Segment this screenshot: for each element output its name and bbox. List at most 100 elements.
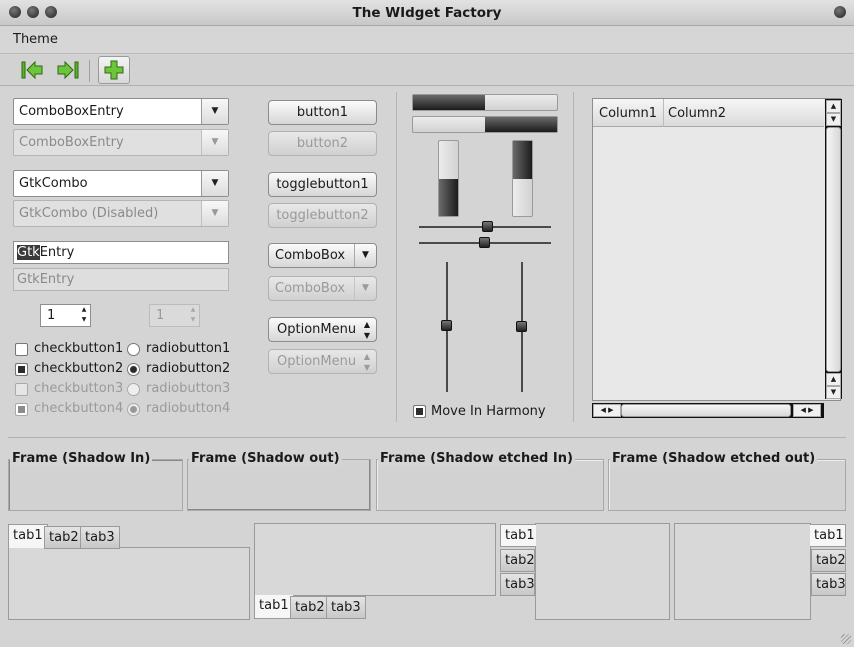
scroll-left-right-icon[interactable]: ◀ ▶ (793, 404, 821, 417)
frame-shadow-etched-out-label: Frame (Shadow etched out) (610, 451, 818, 466)
go-last-icon (57, 60, 79, 80)
chevron-down-icon[interactable]: ▼ (201, 99, 228, 124)
move-in-harmony-checkbox[interactable] (413, 405, 426, 418)
gtk-combo-text: GtkCombo (19, 176, 88, 191)
tab-tab1[interactable]: tab1 (254, 595, 294, 619)
gtk-combo[interactable]: GtkCombo ▼ (13, 170, 229, 197)
checkbox[interactable] (15, 363, 28, 376)
radio-label: radiobutton3 (146, 381, 231, 396)
minimize-window-button[interactable] (27, 6, 39, 18)
check-radio-row: checkbutton3 radiobutton3 (15, 381, 230, 399)
checkbox[interactable] (15, 343, 28, 356)
tab-tab3[interactable]: tab3 (80, 526, 120, 549)
hscale-slider-2[interactable] (479, 237, 490, 248)
vscale-slider-1[interactable] (441, 320, 452, 331)
spin-disabled-value: 1 (156, 308, 165, 323)
frame-shadow-etched-in (376, 459, 604, 511)
progress-bar-vertical-1 (438, 140, 459, 217)
tab-tab3[interactable]: tab3 (811, 573, 846, 596)
button1[interactable]: button1 (268, 100, 377, 125)
progress-fill (413, 95, 485, 110)
tab-tab1[interactable]: tab1 (810, 524, 846, 547)
hscale-slider-1[interactable] (482, 221, 493, 232)
column2-header[interactable]: Column2 (668, 99, 726, 129)
window-menu-button[interactable] (834, 6, 846, 18)
add-button[interactable] (98, 56, 130, 84)
frame-shadow-etched-in-label: Frame (Shadow etched In) (378, 451, 575, 466)
tab-tab2[interactable]: tab2 (811, 549, 846, 572)
radio-button (127, 403, 140, 416)
progress-fill (513, 141, 532, 179)
spin-button[interactable]: 1 ▲ ▼ (40, 304, 91, 327)
updown-icon: ▲ ▼ (363, 352, 370, 372)
progress-bar-2 (412, 116, 558, 133)
entry-selected-text: Gtk (17, 245, 40, 260)
close-window-button[interactable] (9, 6, 21, 18)
tab-tab2[interactable]: tab2 (290, 596, 330, 619)
check-radio-row: checkbutton4 radiobutton4 (15, 401, 230, 419)
frame-shadow-out (187, 459, 371, 511)
spin-arrows-icon: ▲ ▼ (190, 306, 196, 323)
frame-shadow-in (8, 459, 183, 511)
check-radio-row: checkbutton1 radiobutton1 (15, 341, 230, 359)
scroll-left-right-icon[interactable]: ◀ ▶ (593, 404, 621, 417)
column1-header[interactable]: Column1 (599, 99, 657, 129)
scroll-down-icon[interactable]: ▼ (826, 386, 841, 399)
combo-box-entry[interactable]: ComboBoxEntry ▼ (13, 98, 229, 125)
vertical-scroll-thumb[interactable] (826, 127, 841, 372)
radio-label: radiobutton4 (146, 401, 231, 416)
updown-icon: ▲ ▼ (363, 320, 370, 340)
tab-tab2[interactable]: tab2 (44, 526, 84, 549)
scroll-up-icon[interactable]: ▲ (826, 100, 841, 113)
vscale-slider-2[interactable] (516, 321, 527, 332)
option-menu-text: OptionMenu (277, 322, 357, 337)
radio-label: radiobutton1 (146, 341, 231, 356)
option-menu-disabled: OptionMenu ▲ ▼ (268, 349, 377, 374)
column-separator (573, 92, 574, 422)
checkbox-label: checkbutton3 (34, 381, 124, 396)
tab-tab2[interactable]: tab2 (500, 549, 535, 572)
radio-button[interactable] (127, 363, 140, 376)
checkbox-label: checkbutton2 (34, 361, 124, 376)
scroll-up-icon[interactable]: ▲ (826, 373, 841, 386)
gtk-entry-disabled: GtkEntry (13, 268, 229, 291)
check-radio-row: checkbutton2 radiobutton2 (15, 361, 230, 379)
check-radio-group: checkbutton1 radiobutton1 checkbutton2 radi… (15, 341, 230, 421)
tab-tab1[interactable]: tab1 (500, 524, 536, 547)
horizontal-scroll-thumb[interactable] (621, 404, 791, 417)
spin-arrows-icon[interactable]: ▲ ▼ (78, 305, 90, 326)
combobox[interactable]: ComboBox ▼ (268, 243, 377, 268)
column-separator (396, 92, 397, 422)
go-last-button[interactable] (52, 56, 84, 84)
tab-tab3[interactable]: tab3 (326, 596, 366, 619)
progress-fill (439, 178, 458, 216)
tree-view[interactable] (592, 98, 841, 401)
chevron-down-icon[interactable]: ▼ (201, 171, 228, 196)
menu-bar (0, 27, 854, 54)
combobox-disabled: ComboBox ▼ (268, 276, 377, 301)
gtk-entry[interactable]: GtkEntry (13, 241, 229, 264)
combo-box-entry-disabled-text: ComboBoxEntry (19, 135, 124, 150)
menu-theme[interactable]: Theme (13, 32, 58, 47)
maximize-window-button[interactable] (45, 6, 57, 18)
radio-button (127, 383, 140, 396)
chevron-down-icon[interactable]: ▼ (354, 244, 376, 267)
notebook-bottom-panel (254, 523, 496, 596)
option-menu[interactable]: OptionMenu ▲ ▼ (268, 317, 377, 342)
resize-grip-icon[interactable] (841, 634, 851, 644)
scroll-down-icon[interactable]: ▼ (826, 113, 841, 126)
go-first-button[interactable] (16, 56, 48, 84)
checkbox-label: checkbutton4 (34, 401, 124, 416)
tab-tab1[interactable]: tab1 (8, 524, 48, 548)
entry-text: Entry (39, 245, 75, 260)
notebook-left-panel (535, 523, 670, 620)
spin-value: 1 (47, 308, 56, 323)
frame-shadow-out-label: Frame (Shadow out) (189, 451, 342, 466)
tab-tab3[interactable]: tab3 (500, 573, 535, 596)
progress-bar-1 (412, 94, 558, 111)
combobox-text: ComboBox (275, 248, 346, 263)
combo-box-entry-disabled: ComboBoxEntry ▼ (13, 129, 229, 156)
togglebutton1[interactable]: togglebutton1 (268, 172, 377, 197)
radio-button[interactable] (127, 343, 140, 356)
chevron-down-icon: ▼ (354, 277, 376, 300)
